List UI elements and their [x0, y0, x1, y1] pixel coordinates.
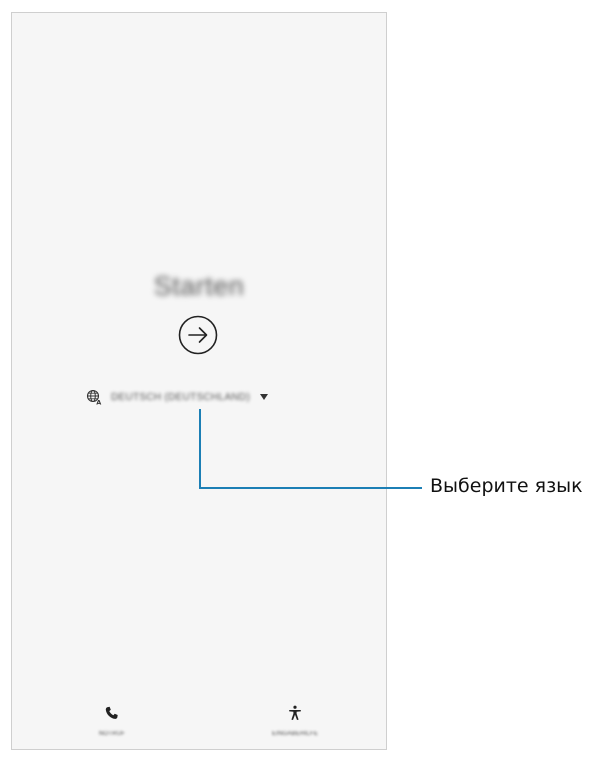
welcome-title: Starten: [153, 271, 245, 301]
callout-label: Выберите язык: [430, 475, 583, 497]
emergency-call-button[interactable]: NOTRUF: [82, 705, 142, 737]
dropdown-arrow-icon: [260, 394, 269, 400]
page: Starten A DEUTSCH (DEUTSCHLAND) NOTRUF E…: [0, 0, 602, 762]
accessibility-icon: [289, 705, 301, 720]
accessibility-button[interactable]: EINGABEHILFE: [250, 705, 340, 737]
phone-screen: Starten A DEUTSCH (DEUTSCHLAND) NOTRUF E…: [11, 12, 387, 750]
arrow-right-circle-icon: [178, 315, 218, 355]
start-button[interactable]: [176, 313, 220, 357]
globe-icon: A: [86, 389, 101, 405]
language-label: DEUTSCH (DEUTSCHLAND): [111, 391, 251, 403]
language-selector[interactable]: A DEUTSCH (DEUTSCHLAND): [86, 387, 269, 407]
phone-icon: [105, 706, 118, 719]
emergency-call-label: NOTRUF: [98, 731, 126, 737]
svg-text:A: A: [96, 398, 101, 405]
accessibility-label: EINGABEHILFE: [271, 731, 319, 737]
